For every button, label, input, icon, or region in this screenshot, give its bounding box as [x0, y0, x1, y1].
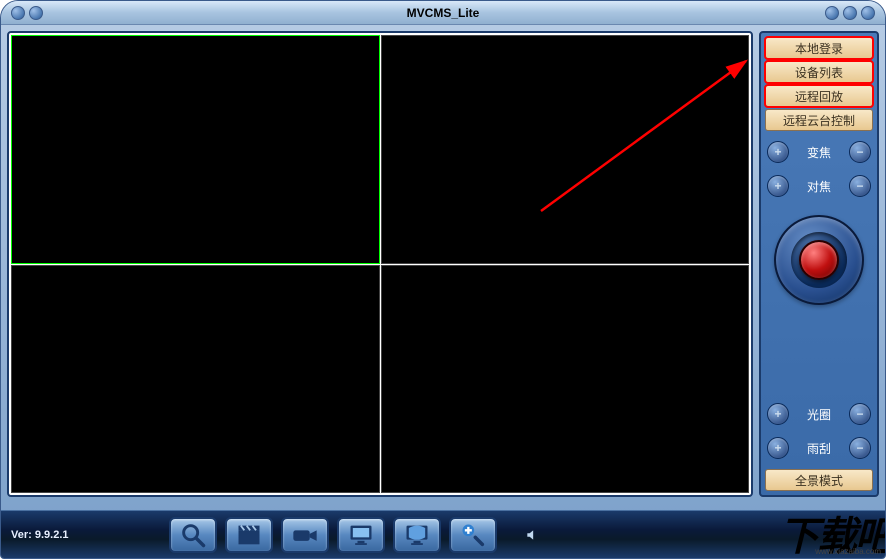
ptz-control-section: + 变焦 − + 对焦 − + 光圈 − [765, 133, 873, 467]
camcorder-icon [291, 521, 319, 549]
video-cell-3[interactable] [11, 265, 380, 494]
bottom-toolbar: Ver: 9.9.2.1 [1, 510, 885, 558]
focus-out-button[interactable]: − [849, 175, 871, 197]
close-button[interactable] [861, 6, 875, 20]
focus-label: 对焦 [789, 178, 849, 195]
video-grid [7, 31, 753, 497]
video-cell-2[interactable] [381, 35, 750, 264]
device-list-button[interactable]: 设备列表 [765, 61, 873, 83]
display-tool-button[interactable] [393, 517, 441, 553]
iris-label: 光圈 [789, 406, 849, 423]
zoom-out-button[interactable]: − [849, 141, 871, 163]
window-title: MVCMS_Lite [407, 6, 480, 20]
watermark-url: www.xiazaiba.com [815, 547, 881, 556]
joystick-center[interactable] [799, 240, 839, 280]
panorama-button[interactable]: 全景模式 [765, 469, 873, 491]
titlebar: MVCMS_Lite [1, 1, 885, 25]
record-tool-button[interactable] [225, 517, 273, 553]
magnifier-icon [179, 521, 207, 549]
zoom-in-button[interactable]: + [767, 141, 789, 163]
wrench-plus-icon [459, 521, 487, 549]
video-cell-1[interactable] [11, 35, 380, 264]
remote-ptz-button[interactable]: 远程云台控制 [765, 109, 873, 131]
title-dot-2[interactable] [29, 6, 43, 20]
ptz-joystick[interactable] [774, 215, 864, 305]
search-tool-button[interactable] [169, 517, 217, 553]
zoom-label: 变焦 [789, 144, 849, 161]
speaker-icon [525, 528, 539, 542]
remote-playback-button[interactable]: 远程回放 [765, 85, 873, 107]
focus-in-button[interactable]: + [767, 175, 789, 197]
wiper-on-button[interactable]: + [767, 437, 789, 459]
wiper-label: 雨刮 [789, 440, 849, 457]
wiper-off-button[interactable]: − [849, 437, 871, 459]
title-dot-1[interactable] [11, 6, 25, 20]
app-window: MVCMS_Lite 本地登录 设备列表 远程回放 远程云台控制 + 变焦 − [0, 0, 886, 559]
maximize-button[interactable] [843, 6, 857, 20]
minimize-button[interactable] [825, 6, 839, 20]
iris-open-button[interactable]: + [767, 403, 789, 425]
local-login-button[interactable]: 本地登录 [765, 37, 873, 59]
right-panel: 本地登录 设备列表 远程回放 远程云台控制 + 变焦 − + 对焦 − [759, 31, 879, 497]
speaker-control[interactable] [525, 528, 539, 542]
monitor-icon [347, 521, 375, 549]
version-label: Ver: 9.9.2.1 [11, 529, 161, 541]
iris-close-button[interactable]: − [849, 403, 871, 425]
settings-tool-button[interactable] [449, 517, 497, 553]
monitor-tool-button[interactable] [337, 517, 385, 553]
camera-tool-button[interactable] [281, 517, 329, 553]
clapperboard-icon [235, 521, 263, 549]
screen-icon [403, 521, 431, 549]
video-cell-4[interactable] [381, 265, 750, 494]
